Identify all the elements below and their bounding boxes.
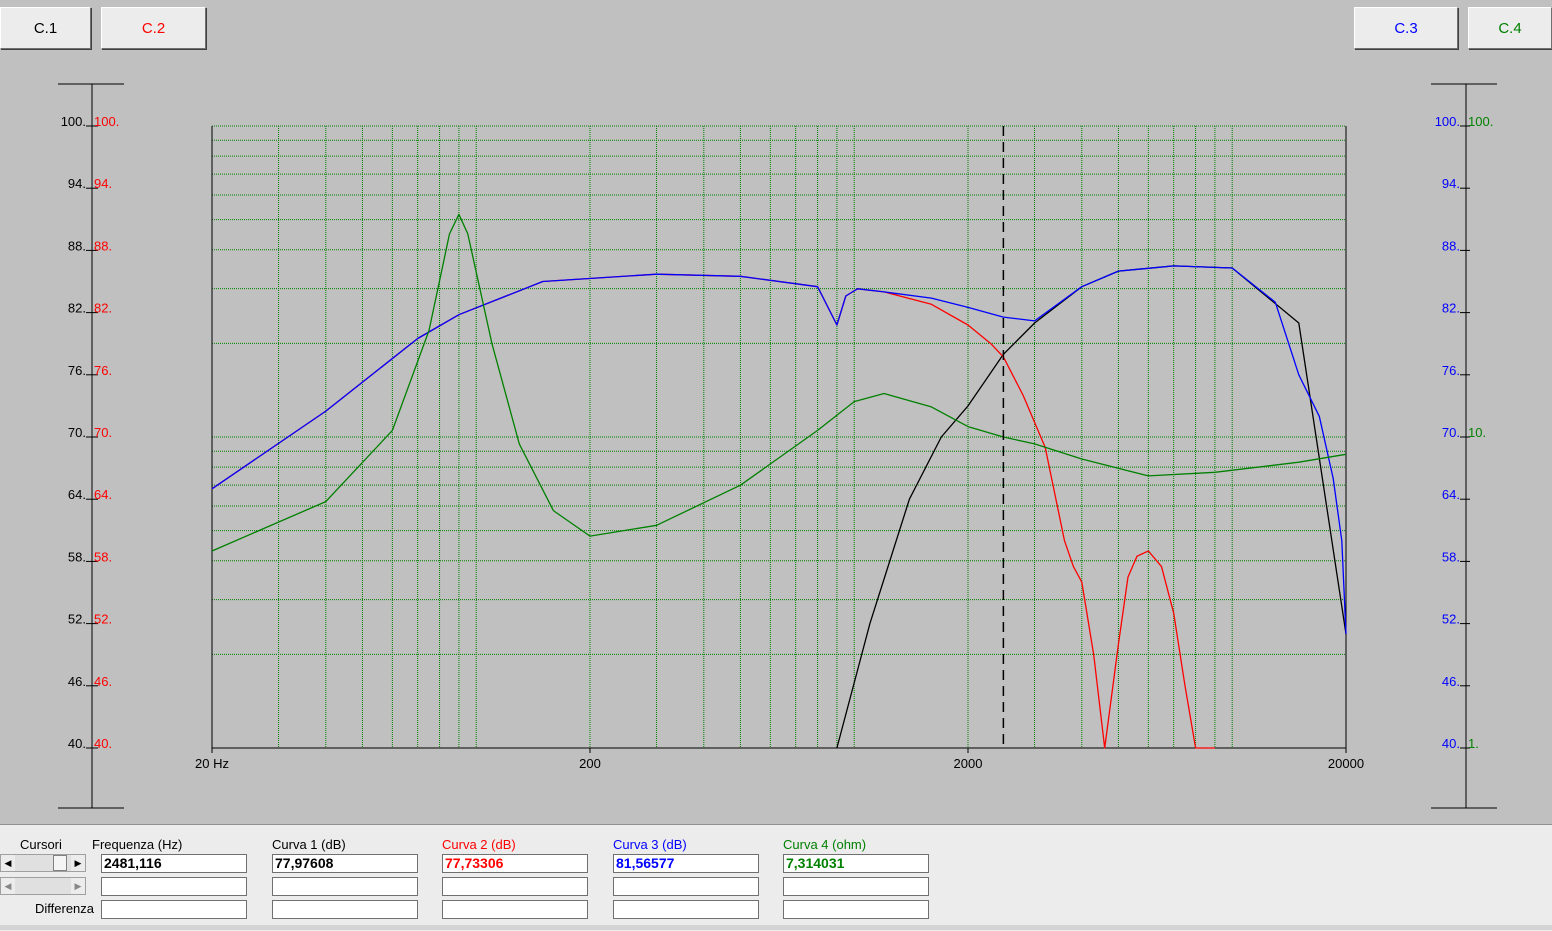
right-blue-tick-label: 52. [1442, 612, 1460, 627]
frequenza-field-2[interactable] [101, 877, 247, 896]
curva2-field-2[interactable] [442, 877, 588, 896]
left-red-tick-label: 52. [94, 612, 112, 627]
left-tick-label: 46. [68, 674, 86, 689]
left-red-tick-label: 82. [94, 301, 112, 316]
left-tick-label: 88. [68, 238, 86, 253]
cursor-panel: Cursori Differenza ◀ ▶ ◀ ▶ Frequenza (Hz… [0, 824, 1552, 931]
right-blue-tick-label: 88. [1442, 238, 1460, 253]
left-red-tick-label: 64. [94, 487, 112, 502]
col-header-curva1: Curva 1 (dB) [272, 837, 346, 852]
right-blue-tick-label: 94. [1442, 176, 1460, 191]
frequenza-value-field[interactable]: 2481,116 [101, 854, 247, 873]
c1-button[interactable]: C.1 [0, 7, 91, 49]
col-header-frequenza: Frequenza (Hz) [92, 837, 183, 852]
col-header-curva2: Curva 2 (dB) [442, 837, 516, 852]
curva1-field-2[interactable] [272, 877, 418, 896]
right-blue-tick-label: 58. [1442, 549, 1460, 564]
curva4-field-2[interactable] [783, 877, 929, 896]
left-tick-label: 76. [68, 363, 86, 378]
curva3-diff-field[interactable] [613, 900, 759, 919]
left-tick-label: 40. [68, 736, 86, 751]
x-tick-label: 2000 [954, 756, 983, 771]
right-green-tick-label: 1. [1468, 736, 1479, 751]
left-tick-label: 52. [68, 612, 86, 627]
c4-button[interactable]: C.4 [1468, 7, 1552, 49]
left-red-tick-label: 100. [94, 114, 119, 129]
cursori-label: Cursori [20, 837, 62, 852]
scroll-thumb[interactable] [53, 855, 67, 871]
left-tick-label: 94. [68, 176, 86, 191]
left-red-tick-label: 88. [94, 238, 112, 253]
left-tick-label: 64. [68, 487, 86, 502]
left-red-tick-label: 58. [94, 549, 112, 564]
left-red-tick-label: 70. [94, 425, 112, 440]
c2-button[interactable]: C.2 [101, 7, 206, 49]
right-blue-tick-label: 70. [1442, 425, 1460, 440]
right-green-tick-label: 10. [1468, 425, 1486, 440]
cursor2-scrollbar[interactable]: ◀ ▶ [0, 877, 86, 895]
left-tick-label: 82. [68, 301, 86, 316]
frequency-response-chart: 20 Hz 200 2000 20000 100. 100. 100. 94. 94. 94. 88… [58, 83, 1497, 809]
left-tick-label: 58. [68, 549, 86, 564]
left-red-tick-label: 40. [94, 736, 112, 751]
scroll-left-icon[interactable]: ◀ [1, 855, 15, 871]
right-blue-tick-label: 100. [1435, 114, 1460, 129]
left-tick-label: 70. [68, 425, 86, 440]
frequenza-diff-field[interactable] [101, 900, 247, 919]
right-blue-tick-label: 64. [1442, 487, 1460, 502]
left-red-tick-label: 94. [94, 176, 112, 191]
right-blue-tick-label: 76. [1442, 363, 1460, 378]
c3-button[interactable]: C.3 [1354, 7, 1458, 49]
x-tick-label: 20000 [1328, 756, 1364, 771]
right-blue-tick-label: 40. [1442, 736, 1460, 751]
curva2-diff-field[interactable] [442, 900, 588, 919]
curva3-field-2[interactable] [613, 877, 759, 896]
curva1-value-field[interactable]: 77,97608 [272, 854, 418, 873]
scroll-right-icon[interactable]: ▶ [71, 878, 85, 894]
curva2-value-field[interactable]: 77,73306 [442, 854, 588, 873]
curva1-diff-field[interactable] [272, 900, 418, 919]
right-blue-tick-label: 82. [1442, 301, 1460, 316]
right-green-tick-label: 100. [1468, 114, 1493, 129]
curva3-value-field[interactable]: 81,56577 [613, 854, 759, 873]
bottom-tab-strip [0, 925, 1552, 930]
scroll-right-icon[interactable]: ▶ [71, 855, 85, 871]
x-tick-label: 20 Hz [195, 756, 229, 771]
x-tick-label: 200 [579, 756, 601, 771]
curva4-diff-field[interactable] [783, 900, 929, 919]
scroll-left-icon[interactable]: ◀ [1, 878, 15, 894]
right-blue-tick-label: 46. [1442, 674, 1460, 689]
left-red-tick-label: 76. [94, 363, 112, 378]
cursor1-scrollbar[interactable]: ◀ ▶ [0, 854, 86, 872]
left-red-tick-label: 46. [94, 674, 112, 689]
curva4-value-field[interactable]: 7,314031 [783, 854, 929, 873]
col-header-curva4: Curva 4 (ohm) [783, 837, 867, 852]
differenza-label: Differenza [35, 901, 95, 916]
col-header-curva3: Curva 3 (dB) [613, 837, 687, 852]
left-tick-label: 100. [61, 114, 86, 129]
